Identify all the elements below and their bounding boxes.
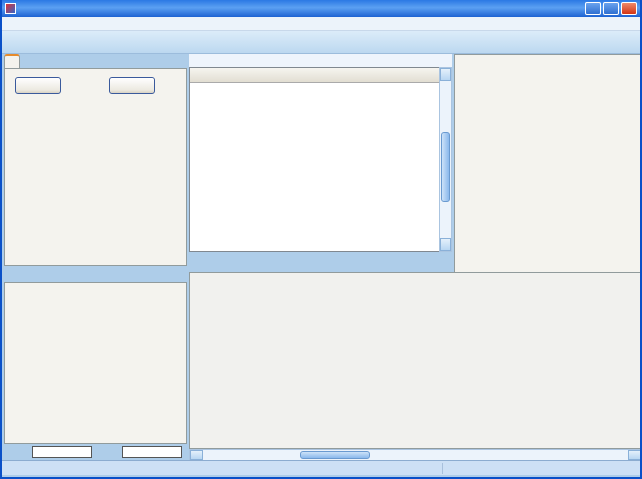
execute-params-button[interactable] [15,77,61,94]
status-bar [2,460,640,475]
table-scroll-thumb[interactable] [441,132,450,202]
app-window [0,0,642,479]
user-status [442,463,640,474]
toolbar [2,31,640,54]
scroll-down-icon[interactable] [440,238,451,251]
scroll-right-icon[interactable] [628,450,641,460]
flame-params-panel [4,282,187,444]
signal-bars [4,446,187,460]
minimize-button[interactable] [585,2,601,15]
flame-tab-strip [4,268,187,283]
app-icon [5,3,16,14]
results-table [189,67,452,252]
trace-chart [190,273,641,448]
close-button[interactable] [621,2,637,15]
menu-bar [2,17,640,31]
trace-scroll-thumb[interactable] [300,451,370,459]
correlation-line [455,246,641,257]
scroll-left-icon[interactable] [190,450,203,460]
instrument-params-panel [4,68,187,266]
tab-instrument-params[interactable] [4,54,20,69]
param-tab-strip [4,54,187,69]
bg-progress [122,446,182,458]
project-name-header [189,54,452,67]
table-vertical-scrollbar[interactable] [439,67,452,252]
absorption-dynamics-panel [189,272,642,449]
maximize-button[interactable] [603,2,619,15]
aa-progress [32,446,92,458]
calibration-chart [455,70,641,242]
balance-button[interactable] [109,77,155,94]
scroll-up-icon[interactable] [440,68,451,81]
calibration-panel [454,54,642,286]
title-bar[interactable] [2,0,640,17]
dynamics-tab-strip [189,258,642,273]
results-table-header [190,68,451,83]
